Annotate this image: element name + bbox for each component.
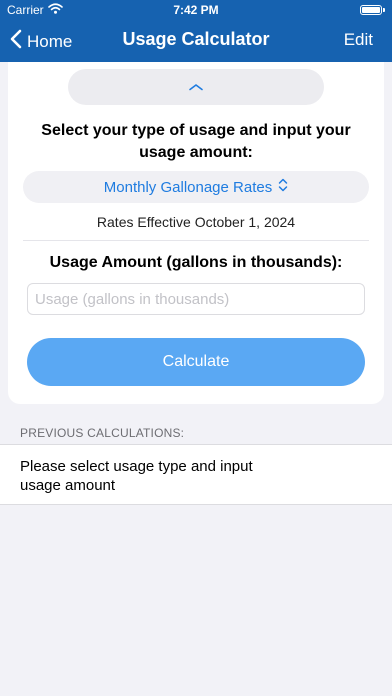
battery-icon	[360, 5, 382, 15]
chevron-up-down-icon	[278, 178, 288, 196]
nav-bar: Home Usage Calculator Edit	[0, 20, 392, 62]
usage-instruction: Select your type of usage and input your…	[41, 122, 351, 161]
collapse-button[interactable]	[68, 69, 324, 105]
page-title: Usage Calculator	[122, 29, 270, 49]
edit-button[interactable]: Edit	[344, 30, 373, 50]
status-time: 7:42 PM	[173, 3, 219, 17]
usage-calculator-screen: Carrier 7:42 PM Home Usage Calculator Ed…	[0, 0, 392, 696]
status-bar: Carrier 7:42 PM	[0, 0, 392, 20]
calculate-button[interactable]: Calculate	[27, 338, 365, 386]
usage-type-value: Monthly Gallonage Rates	[103, 178, 273, 196]
calculator-card: Select your type of usage and input your…	[8, 62, 384, 404]
chevron-up-icon	[188, 78, 204, 96]
battery-level	[362, 7, 380, 13]
navigation-header: Carrier 7:42 PM Home Usage Calculator Ed…	[0, 0, 392, 62]
battery-cap	[383, 8, 385, 12]
previous-calculations-list: Please select usage type and input usage…	[0, 444, 392, 505]
usage-amount-input[interactable]	[27, 283, 365, 315]
usage-type-select[interactable]: Monthly Gallonage Rates	[23, 171, 369, 203]
divider	[23, 240, 369, 241]
usage-amount-label: Usage Amount (gallons in thousands):	[49, 254, 343, 271]
previous-calculations-empty-message: Please select usage type and input usage…	[20, 458, 253, 494]
rates-effective-text: Rates Effective October 1, 2024	[96, 214, 296, 230]
previous-calculations-header: PREVIOUS CALCULATIONS:	[20, 426, 185, 440]
